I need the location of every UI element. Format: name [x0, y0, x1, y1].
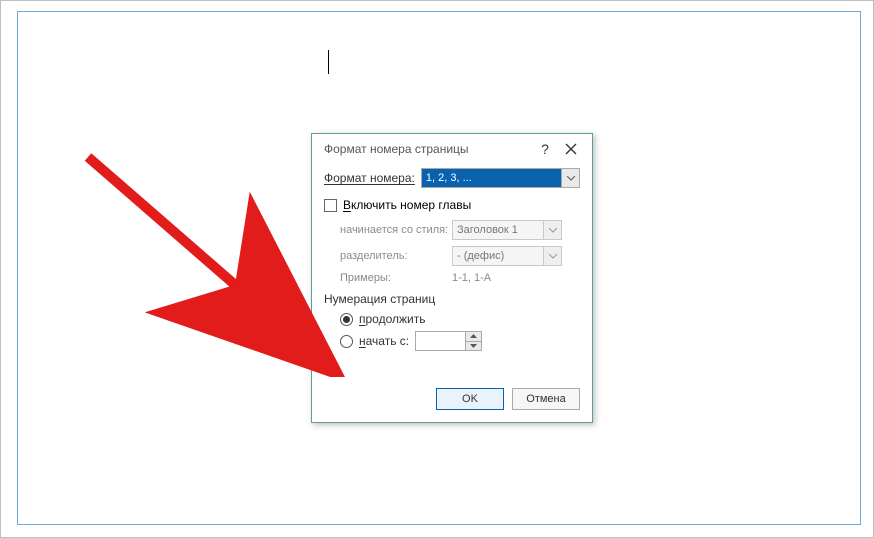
start-at-spinner[interactable] — [415, 331, 482, 351]
continue-radio[interactable] — [340, 313, 353, 326]
chevron-down-icon — [543, 247, 561, 265]
ok-button[interactable]: OK — [436, 388, 504, 410]
include-chapter-label: Включить номер главы — [343, 198, 471, 212]
starts-with-style-value: Заголовок 1 — [453, 221, 543, 239]
starts-with-style-combo: Заголовок 1 — [452, 220, 562, 240]
start-at-label: начать с: — [359, 334, 409, 348]
dialog-button-bar: OK Отмена — [312, 388, 592, 422]
include-chapter-checkbox[interactable] — [324, 199, 337, 212]
include-chapter-checkbox-row: Включить номер главы — [324, 198, 580, 212]
spin-down[interactable] — [466, 342, 481, 351]
page-numbering-group-label: Нумерация страниц — [324, 292, 580, 306]
cancel-button[interactable]: Отмена — [512, 388, 580, 410]
chevron-down-icon[interactable] — [561, 169, 579, 187]
document-page: Формат номера страницы ? Формат номера: … — [17, 11, 861, 525]
starts-with-style-label: начинается со стиля: — [340, 224, 452, 236]
annotation-arrow — [78, 147, 348, 377]
continue-label: продолжить — [359, 312, 425, 326]
start-at-radio[interactable] — [340, 335, 353, 348]
document-window: Формат номера страницы ? Формат номера: … — [0, 0, 874, 538]
spin-up[interactable] — [466, 332, 481, 342]
separator-label: разделитель: — [340, 250, 452, 262]
separator-value: - (дефис) — [453, 247, 543, 265]
dialog-title: Формат номера страницы — [320, 142, 532, 156]
chevron-down-icon — [543, 221, 561, 239]
dialog-titlebar: Формат номера страницы ? — [312, 134, 592, 164]
number-format-value: 1, 2, 3, ... — [422, 169, 561, 187]
page-number-format-dialog: Формат номера страницы ? Формат номера: … — [311, 133, 593, 423]
help-button[interactable]: ? — [532, 137, 558, 161]
close-button[interactable] — [558, 137, 584, 161]
page-numbering-options: продолжить начать с: — [324, 312, 580, 351]
examples-label: Примеры: — [340, 272, 452, 284]
start-at-input[interactable] — [415, 331, 465, 351]
examples-value: 1-1, 1-A — [452, 272, 491, 284]
number-format-combo[interactable]: 1, 2, 3, ... — [421, 168, 580, 188]
chapter-options: начинается со стиля: Заголовок 1 раздели… — [324, 220, 580, 284]
number-format-label: Формат номера: — [324, 171, 415, 185]
text-cursor — [328, 50, 329, 74]
separator-combo: - (дефис) — [452, 246, 562, 266]
